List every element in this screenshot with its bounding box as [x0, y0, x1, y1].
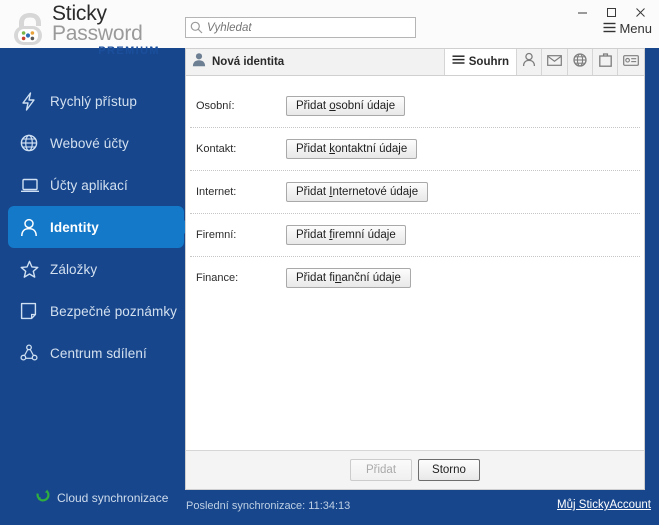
btn-pre: Přidat	[296, 186, 330, 198]
sidebar-item-app-accounts[interactable]: Účty aplikací	[0, 164, 184, 206]
form-label-personal: Osobní:	[196, 100, 235, 112]
sidebar-item-identity[interactable]: Identity	[8, 206, 191, 248]
sidebar-item-label: Účty aplikací	[50, 177, 128, 193]
tab-contact[interactable]	[541, 49, 567, 75]
globe-icon	[20, 134, 50, 152]
form-label-finance: Finance:	[196, 272, 239, 284]
tab-personal[interactable]	[516, 49, 541, 75]
add-personal-data-button[interactable]: Přidat osobní údaje	[286, 96, 406, 116]
window-controls	[568, 2, 655, 22]
btn-pre: Přidat	[296, 143, 330, 155]
star-icon	[20, 260, 50, 279]
padlock-logo-icon	[8, 8, 52, 46]
panel-footer: Přidat Storno	[186, 450, 644, 489]
person-icon	[20, 218, 50, 237]
menu-button[interactable]: Menu	[603, 21, 652, 36]
btn-post: nternetové údaje	[332, 186, 419, 198]
menu-label: Menu	[619, 21, 652, 36]
search-icon	[190, 21, 203, 34]
minimize-button[interactable]	[568, 2, 597, 22]
brand-wordmark: Sticky Password PREMIUM	[52, 2, 160, 57]
id-card-icon	[623, 53, 639, 71]
tab-internet[interactable]	[567, 49, 592, 75]
application-window: Sticky Password PREMIUM Rychlý přístup W…	[0, 0, 659, 525]
sidebar-item-secure-notes[interactable]: Bezpečné poznámky	[0, 290, 184, 332]
sidebar: Sticky Password PREMIUM Rychlý přístup W…	[0, 0, 191, 525]
panel-title: Nová identita	[212, 56, 285, 68]
sidebar-item-label: Záložky	[50, 261, 98, 277]
form-row-contact: Kontakt: Přidat kontaktní údaje	[186, 128, 644, 170]
briefcase-icon	[598, 52, 612, 72]
form-label-contact: Kontakt:	[196, 143, 237, 155]
btn-post: iremní údaje	[332, 229, 396, 241]
btn-pre: Přidat	[296, 229, 330, 241]
brand-line-1: Sticky	[52, 2, 107, 25]
sidebar-item-quick-access[interactable]: Rychlý přístup	[0, 80, 184, 122]
close-button[interactable]	[626, 2, 655, 22]
form-row-internet: Internet: Přidat Internetové údaje	[186, 171, 644, 213]
list-icon	[452, 55, 465, 69]
top-bar: Menu	[184, 0, 659, 48]
sticky-account-link[interactable]: Můj StickyAccount	[557, 499, 651, 511]
sidebar-item-label: Webové účty	[50, 135, 129, 151]
laptop-icon	[20, 177, 50, 194]
btn-pre: Přidat	[296, 100, 330, 112]
panel-title-group: Nová identita	[186, 52, 284, 72]
sidebar-item-label: Centrum sdílení	[50, 345, 147, 361]
envelope-icon	[547, 53, 562, 71]
sidebar-item-label: Identity	[50, 219, 99, 235]
search-box[interactable]	[185, 17, 416, 38]
brand-edition: PREMIUM	[98, 45, 160, 57]
form-label-internet: Internet:	[196, 186, 237, 198]
form-row-finance: Finance: Přidat finanční údaje	[186, 257, 644, 299]
add-button[interactable]: Přidat	[350, 459, 412, 481]
brand-logo: Sticky Password PREMIUM	[0, 0, 184, 57]
identity-form: Osobní: Přidat osobní údaje Kontakt: Při…	[186, 76, 644, 451]
sidebar-item-label: Bezpečné poznámky	[50, 303, 178, 319]
cloud-sync-label: Cloud synchronizace	[57, 490, 169, 505]
tab-business[interactable]	[592, 49, 617, 75]
sidebar-item-label: Rychlý přístup	[50, 93, 137, 109]
form-row-business: Firemní: Přidat firemní údaje	[186, 214, 644, 256]
tab-finance[interactable]	[617, 49, 644, 75]
sidebar-item-web-accounts[interactable]: Webové účty	[0, 122, 184, 164]
share-icon	[20, 344, 50, 362]
search-input[interactable]	[207, 21, 397, 34]
identity-panel: Nová identita Souhrn Osobní: Přidat osob…	[185, 48, 645, 490]
brand-line-2: Password	[52, 22, 143, 45]
btn-post: ontaktní údaje	[335, 143, 408, 155]
add-contact-data-button[interactable]: Přidat kontaktní údaje	[286, 139, 418, 159]
btn-post: sobní údaje	[335, 100, 396, 112]
form-label-business: Firemní:	[196, 229, 237, 241]
add-internet-data-button[interactable]: Přidat Internetové údaje	[286, 182, 429, 202]
status-bar: Poslední synchronizace: 11:34:13 Můj Sti…	[184, 490, 659, 525]
person-icon	[522, 52, 536, 72]
btn-pre: Přidat fi	[296, 272, 335, 284]
tab-summary[interactable]: Souhrn	[443, 49, 516, 75]
cancel-button[interactable]: Storno	[418, 459, 480, 481]
panel-header: Nová identita Souhrn	[186, 49, 644, 76]
bolt-icon	[20, 91, 50, 111]
add-finance-data-button[interactable]: Přidat finanční údaje	[286, 268, 411, 288]
last-sync-text: Poslední synchronizace: 11:34:13	[186, 500, 351, 512]
form-row-personal: Osobní: Přidat osobní údaje	[186, 85, 644, 127]
sidebar-nav: Rychlý přístup Webové účty Účty aplikací…	[0, 80, 191, 374]
sidebar-item-sharing-center[interactable]: Centrum sdílení	[0, 332, 184, 374]
sync-refresh-icon	[36, 488, 50, 507]
note-icon	[20, 302, 50, 320]
sidebar-item-bookmarks[interactable]: Záložky	[0, 248, 184, 290]
globe-icon	[573, 52, 587, 72]
hamburger-icon	[603, 21, 616, 36]
tab-summary-label: Souhrn	[468, 56, 509, 68]
maximize-button[interactable]	[597, 2, 626, 22]
btn-post: anční údaje	[341, 272, 401, 284]
panel-tabs: Souhrn	[443, 49, 644, 75]
add-business-data-button[interactable]: Přidat firemní údaje	[286, 225, 406, 245]
cloud-sync-status[interactable]: Cloud synchronizace	[36, 488, 168, 507]
user-avatar-icon	[192, 52, 206, 72]
